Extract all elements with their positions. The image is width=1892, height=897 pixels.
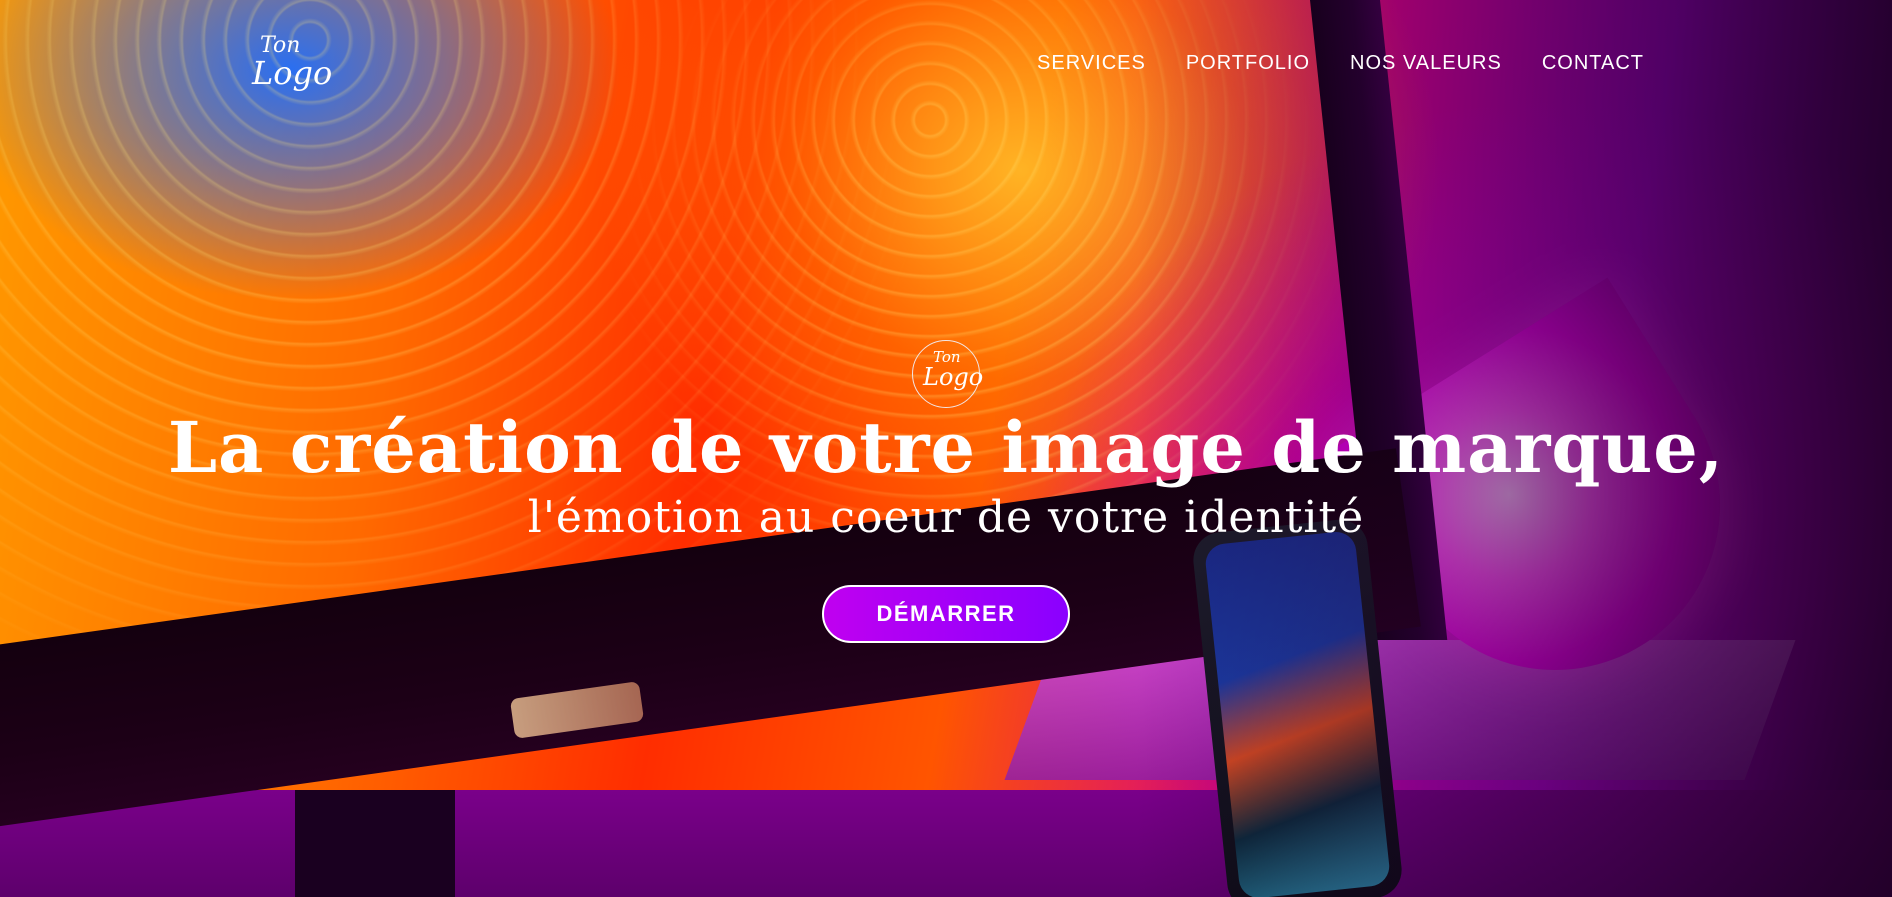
- brand-logo[interactable]: Ton Logo: [252, 34, 332, 96]
- hero-emblem-logo: Ton Logo: [912, 340, 984, 408]
- start-button[interactable]: DÉMARRER: [822, 585, 1070, 643]
- nav-item-services[interactable]: SERVICES: [1037, 52, 1146, 75]
- main-menu: SERVICES PORTFOLIO NOS VALEURS CONTACT: [1037, 52, 1644, 75]
- nav-item-portfolio[interactable]: PORTFOLIO: [1186, 52, 1310, 75]
- hero-headline: La création de votre image de marque,: [167, 406, 1725, 489]
- hero-emblem-bottom: Logo: [923, 363, 984, 391]
- nav-item-nos-valeurs[interactable]: NOS VALEURS: [1350, 52, 1502, 75]
- hero-subline: l'émotion au coeur de votre identité: [527, 492, 1365, 543]
- nav-item-contact[interactable]: CONTACT: [1542, 52, 1644, 75]
- brand-logo-bottom: Logo: [252, 54, 333, 92]
- top-navigation: Ton Logo SERVICES PORTFOLIO NOS VALEURS …: [0, 0, 1892, 130]
